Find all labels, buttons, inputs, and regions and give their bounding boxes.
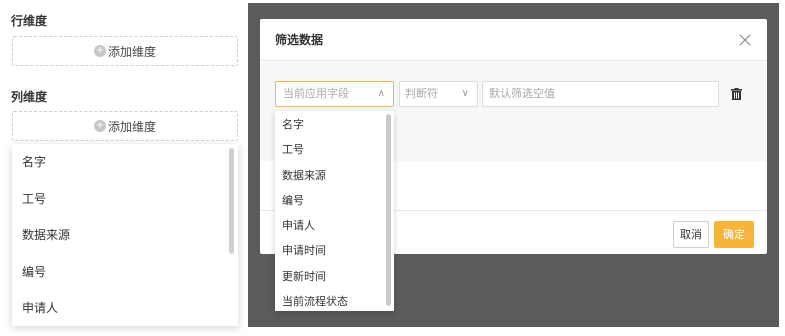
dimension-panel: 行维度 + 添加维度 列维度 + 添加维度 名字 工号 数据来源 编号 申请人 — [0, 0, 248, 336]
dimension-dropdown: 名字 工号 数据来源 编号 申请人 — [12, 144, 238, 326]
plus-circle-icon: + — [93, 120, 106, 132]
close-icon[interactable] — [739, 34, 751, 46]
field-select[interactable]: 当前应用字段 ∧ — [275, 81, 394, 107]
field-option[interactable]: 工号 — [275, 137, 394, 162]
trash-icon[interactable] — [731, 88, 742, 100]
cancel-button[interactable]: 取消 — [673, 221, 709, 248]
dropdown-item[interactable]: 编号 — [12, 254, 238, 291]
field-option[interactable]: 申请人 — [275, 213, 394, 238]
dropdown-item[interactable]: 数据来源 — [12, 217, 238, 254]
modal-title: 筛选数据 — [275, 33, 324, 47]
filter-value-placeholder: 默认筛选空值 — [489, 87, 555, 100]
field-option[interactable]: 数据来源 — [275, 163, 394, 188]
operator-select-placeholder: 判断符 — [405, 87, 438, 100]
field-option[interactable]: 名字 — [275, 112, 394, 137]
column-dimension-title: 列维度 — [11, 90, 48, 104]
dropdown-scrollbar[interactable] — [229, 148, 234, 254]
confirm-button[interactable]: 确定 — [714, 221, 754, 248]
chevron-up-icon: ∧ — [377, 88, 385, 99]
add-column-dimension-label: 添加维度 — [107, 119, 156, 134]
field-option[interactable]: 当前流程状态 — [275, 289, 394, 311]
field-option[interactable]: 更新时间 — [275, 264, 394, 289]
dropdown-item[interactable]: 工号 — [12, 181, 238, 218]
field-option[interactable]: 申请时间 — [275, 238, 394, 263]
field-option[interactable]: 编号 — [275, 188, 394, 213]
filter-value-input[interactable]: 默认筛选空值 — [482, 81, 719, 107]
dropdown-item[interactable]: 申请人 — [12, 290, 238, 326]
plus-circle-icon: + — [93, 45, 106, 57]
field-options-dropdown: 名字 工号 数据来源 编号 申请人 申请时间 更新时间 当前流程状态 — [275, 111, 394, 311]
chevron-down-icon: ∨ — [461, 88, 469, 99]
add-row-dimension-button[interactable]: + 添加维度 — [12, 36, 238, 66]
add-column-dimension-button[interactable]: + 添加维度 — [12, 111, 238, 141]
modal-header: 筛选数据 — [260, 19, 767, 61]
add-row-dimension-label: 添加维度 — [107, 44, 156, 59]
field-dropdown-scrollbar[interactable] — [386, 114, 391, 306]
row-dimension-title: 行维度 — [11, 14, 48, 28]
field-select-placeholder: 当前应用字段 — [283, 87, 349, 100]
operator-select[interactable]: 判断符 ∨ — [399, 81, 478, 107]
dropdown-item[interactable]: 名字 — [12, 144, 238, 181]
